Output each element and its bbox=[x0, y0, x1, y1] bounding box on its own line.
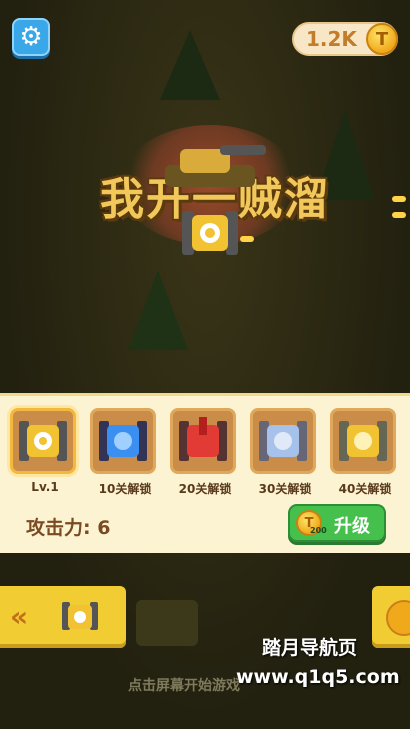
chevron-left-icon: « bbox=[10, 600, 29, 633]
coin-icon: T bbox=[366, 23, 398, 55]
tank-slot-label: Lv.1 bbox=[31, 480, 59, 494]
tank-slot-label: 30关解锁 bbox=[258, 482, 312, 496]
tank-slot-2[interactable]: 10关解锁 bbox=[90, 408, 160, 498]
player-tank bbox=[182, 211, 238, 255]
background-block bbox=[136, 600, 198, 646]
tank-icon bbox=[259, 421, 307, 461]
tank-select-panel: Lv.1 10关解锁 20关解锁 30关解锁 40关解锁 攻击力: 6 T 20… bbox=[0, 393, 410, 553]
badge-icon bbox=[386, 600, 410, 636]
title-tank-graphic bbox=[165, 145, 266, 187]
upgrade-label: 升级 bbox=[334, 516, 370, 537]
tank-slot-label: 40关解锁 bbox=[338, 482, 392, 496]
bullet bbox=[392, 196, 406, 202]
tree-shape bbox=[128, 270, 188, 350]
upgrade-cost: 200 bbox=[310, 526, 327, 535]
attack-power: 攻击力: 6 bbox=[26, 517, 111, 539]
tank-shop-button[interactable]: « bbox=[0, 586, 126, 648]
tank-icon bbox=[339, 421, 387, 461]
tank-slot-3[interactable]: 20关解锁 bbox=[170, 408, 240, 498]
tank-slot-4[interactable]: 30关解锁 bbox=[250, 408, 320, 498]
tank-icon bbox=[62, 602, 98, 630]
tank-icon bbox=[99, 421, 147, 461]
tank-card bbox=[10, 408, 76, 474]
tank-slots: Lv.1 10关解锁 20关解锁 30关解锁 40关解锁 bbox=[6, 408, 406, 498]
tank-icon bbox=[179, 417, 227, 461]
tank-card bbox=[170, 408, 236, 474]
bullet bbox=[392, 212, 406, 218]
coin-balance: 1.2K T bbox=[292, 22, 398, 56]
watermark-url: www.q1q5.com bbox=[236, 666, 400, 688]
tank-card bbox=[250, 408, 316, 474]
bullet bbox=[240, 236, 254, 242]
coin-value: 1.2K bbox=[306, 27, 357, 51]
tank-card bbox=[90, 408, 156, 474]
tank-icon bbox=[19, 421, 67, 461]
tank-slot-label: 10关解锁 bbox=[98, 482, 152, 496]
watermark-title: 踏月导航页 bbox=[262, 637, 358, 659]
tank-slot-5[interactable]: 40关解锁 bbox=[330, 408, 400, 498]
gear-icon: ⚙ bbox=[19, 22, 43, 52]
upgrade-button[interactable]: T 200 升级 bbox=[288, 504, 386, 542]
tank-card bbox=[330, 408, 396, 474]
tank-slot-1[interactable]: Lv.1 bbox=[10, 408, 80, 498]
tank-slot-label: 20关解锁 bbox=[178, 482, 232, 496]
start-hint[interactable]: 点击屏幕开始游戏 bbox=[128, 675, 240, 695]
side-menu-button[interactable] bbox=[372, 586, 410, 648]
tree-shape bbox=[160, 30, 220, 100]
settings-button[interactable]: ⚙ bbox=[12, 18, 50, 56]
